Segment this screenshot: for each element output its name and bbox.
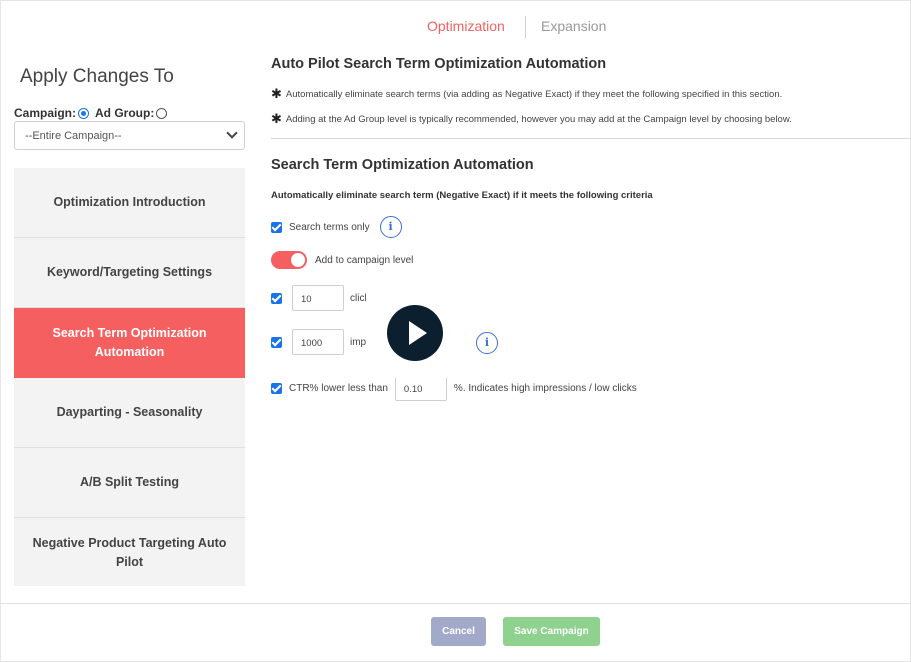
sidebar-item-label: Keyword/Targeting Settings xyxy=(46,265,213,280)
clicks-row: 10 click( xyxy=(271,285,373,311)
chevron-down-icon xyxy=(226,127,238,139)
scope-selector: Campaign: Ad Group: xyxy=(14,106,173,120)
campaign-select-value: --Entire Campaign-- xyxy=(25,130,122,142)
sidebar-item-label: Negative Product Targeting Auto Pilot xyxy=(32,536,227,569)
sidebar-item-search-term-optimization[interactable]: Search Term Optimization Automation xyxy=(14,308,245,378)
footer-divider xyxy=(0,603,911,604)
adgroup-label: Ad Group: xyxy=(95,106,155,120)
cancel-button[interactable]: Cancel xyxy=(431,617,486,646)
ctr-suffix: %. Indicates high impressions / low clic… xyxy=(453,382,637,394)
search-terms-only-row: Search terms only i xyxy=(271,216,402,238)
apply-changes-title: Apply Changes To xyxy=(20,66,174,87)
divider xyxy=(271,138,911,139)
play-icon[interactable] xyxy=(387,305,443,361)
tab-divider xyxy=(525,16,526,38)
sidebar-item-optimization-introduction[interactable]: Optimization Introduction xyxy=(14,168,245,238)
criteria-intro: Automatically eliminate search term (Neg… xyxy=(271,190,653,201)
sidebar-item-label: Dayparting - Seasonality xyxy=(56,405,203,420)
ctr-checkbox[interactable] xyxy=(271,382,282,394)
ctr-row: CTR% lower less than 0.10 %. Indicates h… xyxy=(271,375,637,401)
impressions-checkbox[interactable] xyxy=(271,336,282,348)
impressions-input[interactable]: 1000 xyxy=(292,329,344,355)
note-text: Automatically eliminate search terms (vi… xyxy=(285,88,783,100)
info-icon[interactable]: i xyxy=(379,216,402,238)
clicks-checkbox[interactable] xyxy=(271,292,282,304)
add-to-campaign-label: Add to campaign level xyxy=(315,254,414,266)
campaign-label: Campaign: xyxy=(14,106,77,120)
ctr-input[interactable]: 0.10 xyxy=(394,375,447,401)
asterisk-icon: ✱ xyxy=(271,111,282,126)
clicks-input[interactable]: 10 xyxy=(292,285,344,311)
add-to-campaign-toggle[interactable] xyxy=(271,251,307,269)
sidebar-item-label: A/B Split Testing xyxy=(79,475,180,490)
sidebar-item-dayparting-seasonality[interactable]: Dayparting - Seasonality xyxy=(14,378,245,448)
section-title: Search Term Optimization Automation xyxy=(271,157,534,173)
search-terms-only-checkbox[interactable] xyxy=(271,221,282,233)
info-note-1: ✱ Automatically eliminate search terms (… xyxy=(271,86,782,102)
sidebar-item-label: Optimization Introduction xyxy=(53,195,206,210)
adgroup-radio[interactable] xyxy=(156,107,168,119)
top-tabs: Optimization Expansion xyxy=(0,16,911,38)
info-icon[interactable]: i xyxy=(476,332,498,354)
sidebar-item-ab-split-testing[interactable]: A/B Split Testing xyxy=(14,448,245,518)
campaign-radio[interactable] xyxy=(78,107,90,119)
tab-expansion[interactable]: Expansion xyxy=(541,18,606,34)
note-text: Adding at the Ad Group level is typicall… xyxy=(285,113,792,125)
campaign-select[interactable]: --Entire Campaign-- xyxy=(14,121,245,150)
add-to-campaign-row: Add to campaign level xyxy=(271,251,413,269)
tab-optimization[interactable]: Optimization xyxy=(427,18,505,34)
sidebar-item-label: Search Term Optimization Automation xyxy=(52,325,207,359)
info-note-2: ✱ Adding at the Ad Group level is typica… xyxy=(271,111,792,127)
sidebar-item-negative-product-targeting[interactable]: Negative Product Targeting Auto Pilot xyxy=(14,518,245,588)
ctr-prefix: CTR% lower less than xyxy=(289,382,388,394)
search-terms-only-label: Search terms only xyxy=(289,221,370,233)
save-campaign-button[interactable]: Save Campaign xyxy=(503,617,600,646)
page-title: Auto Pilot Search Term Optimization Auto… xyxy=(271,56,607,72)
sidebar-item-keyword-targeting-settings[interactable]: Keyword/Targeting Settings xyxy=(14,238,245,308)
asterisk-icon: ✱ xyxy=(271,86,282,101)
sidebar-menu: Optimization Introduction Keyword/Target… xyxy=(14,168,245,586)
impressions-row: 1000 impr xyxy=(271,329,369,355)
